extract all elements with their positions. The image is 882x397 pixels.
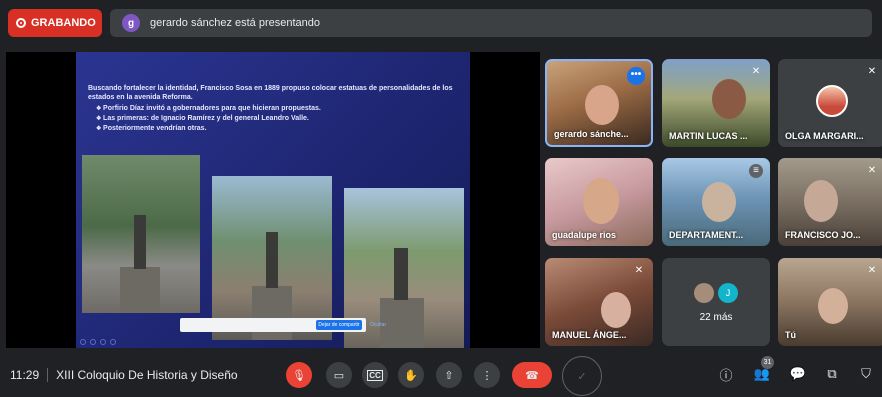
participant-video	[702, 182, 736, 222]
people-button[interactable]: 👥 31	[752, 356, 774, 384]
meeting-title: XIII Coloquio De Historia y Diseño	[56, 367, 238, 382]
mic-off-icon: ✕	[634, 265, 644, 276]
more-vert-icon: ⋮	[481, 369, 493, 382]
leave-call-button[interactable]: ☎	[512, 362, 552, 388]
hang-up-icon: ☎	[525, 369, 539, 382]
check-icon: ✓	[577, 370, 587, 383]
meeting-info: 11:29 XIII Coloquio De Historia y Diseño	[10, 352, 238, 397]
presenter-avatar: g	[122, 14, 140, 32]
chat-icon: 💬	[789, 366, 807, 381]
sharing-bar: Dejar de compartir	[180, 318, 366, 332]
captions-button[interactable]: CC	[362, 362, 388, 388]
presenting-text: gerardo sánchez está presentando	[150, 17, 321, 29]
slide-bullet: Posteriormente vendrían otras.	[96, 124, 458, 134]
hide-sharing-link[interactable]: Ocultar	[370, 322, 386, 328]
camera-icon: ▭	[333, 369, 345, 382]
people-count-badge: 31	[761, 356, 774, 369]
info-icon: ⓘ	[719, 367, 733, 383]
participant-video	[583, 178, 619, 224]
slide-bullet: Las primeras: de Ignacio Ramírez y del g…	[96, 114, 458, 124]
record-icon	[16, 18, 26, 28]
more-participants-count: 22 más	[699, 312, 733, 323]
participant-tile[interactable]: ••• gerardo sánche...	[545, 59, 653, 147]
participant-video	[585, 85, 619, 125]
participant-tile[interactable]: ≡ DEPARTAMENT...	[662, 158, 770, 246]
presenting-banner[interactable]: g gerardo sánchez está presentando	[110, 9, 872, 37]
participant-name: guadalupe rios	[552, 230, 617, 240]
participant-tile[interactable]: ✕ FRANCISCO JO...	[778, 158, 882, 246]
statue-photo	[82, 155, 200, 313]
participant-name: gerardo sánche...	[554, 129, 629, 139]
reaction-button[interactable]: ✓	[562, 356, 602, 396]
more-options-button[interactable]: ⋮	[474, 362, 500, 388]
clock: 11:29	[10, 367, 40, 382]
statue-figure	[266, 232, 278, 288]
present-screen-icon: ⇧	[444, 369, 454, 382]
bottom-bar: 11:29 XIII Coloquio De Historia y Diseño…	[0, 352, 882, 397]
hand-icon: ✋	[404, 369, 418, 382]
participant-tile[interactable]: ✕ MANUEL ÁNGE...	[545, 258, 653, 346]
participant-tile[interactable]: ✕ MARTIN LUCAS ...	[662, 59, 770, 147]
chat-button[interactable]: 💬	[788, 364, 808, 384]
slide-controls	[80, 339, 116, 345]
statue-figure	[134, 215, 146, 269]
slide-control-icon[interactable]	[100, 339, 106, 345]
participant-name: Tú	[785, 330, 796, 340]
recording-label: GRABANDO	[31, 17, 96, 29]
participant-video	[712, 79, 746, 119]
mic-toggle-button[interactable]: 🎙	[286, 362, 312, 388]
host-controls-button[interactable]: ⛉	[856, 364, 876, 384]
slide-control-icon[interactable]	[80, 339, 86, 345]
participant-name: MANUEL ÁNGE...	[552, 330, 627, 340]
participant-name: DEPARTAMENT...	[669, 230, 744, 240]
presentation-stage: Buscando fortalecer la identidad, Franci…	[6, 52, 540, 348]
present-button[interactable]: ⇧	[436, 362, 462, 388]
raise-hand-button[interactable]: ✋	[398, 362, 424, 388]
slide-bullet: Porfirio Díaz invitó a gobernadores para…	[96, 104, 458, 114]
shield-icon: ⛉	[861, 366, 871, 381]
slide-text: Buscando fortalecer la identidad, Franci…	[88, 84, 458, 134]
slide-control-icon[interactable]	[90, 339, 96, 345]
more-options-icon[interactable]: •••	[627, 67, 645, 85]
slide-bullets: Porfirio Díaz invitó a gobernadores para…	[88, 104, 458, 134]
statue-pedestal	[120, 267, 160, 313]
shared-slide: Buscando fortalecer la identidad, Franci…	[76, 52, 470, 348]
mic-off-icon: 🎙	[292, 369, 306, 382]
separator	[47, 367, 49, 382]
statue-photo	[212, 176, 332, 340]
participant-video	[804, 180, 838, 222]
mic-off-icon: ✕	[867, 165, 877, 176]
participant-name: FRANCISCO JO...	[785, 230, 861, 240]
mic-off-icon: ✕	[867, 265, 877, 276]
more-participants-tile[interactable]: J 22 más	[662, 258, 770, 346]
participant-tile[interactable]: guadalupe rios	[545, 158, 653, 246]
speaking-indicator-icon: ≡	[749, 164, 763, 178]
participant-name: OLGA MARGARI...	[785, 131, 864, 141]
activities-button[interactable]: ⧉	[822, 364, 842, 384]
slide-control-icon[interactable]	[110, 339, 116, 345]
participant-video	[601, 292, 631, 328]
participant-tile[interactable]: ✕ OLGA MARGARI...	[778, 59, 882, 147]
top-bar: GRABANDO g gerardo sánchez está presenta…	[0, 0, 882, 46]
recording-badge: GRABANDO	[8, 9, 102, 37]
avatar: J	[718, 283, 738, 303]
participant-tile[interactable]: ✕ Tú	[778, 258, 882, 346]
participant-video	[818, 288, 848, 324]
statue-figure	[394, 248, 408, 300]
slide-paragraph: Buscando fortalecer la identidad, Franci…	[88, 85, 453, 101]
mic-off-icon: ✕	[867, 66, 877, 77]
captions-icon: CC	[367, 369, 383, 381]
participant-name: MARTIN LUCAS ...	[669, 131, 748, 141]
avatar	[816, 85, 848, 117]
stop-sharing-button[interactable]: Dejar de compartir	[316, 320, 362, 330]
mic-off-icon: ✕	[751, 66, 761, 77]
activities-icon: ⧉	[827, 366, 837, 381]
camera-toggle-button[interactable]: ▭	[326, 362, 352, 388]
statue-pedestal	[380, 298, 424, 348]
avatar	[694, 283, 714, 303]
meeting-details-button[interactable]: ⓘ	[716, 364, 736, 384]
